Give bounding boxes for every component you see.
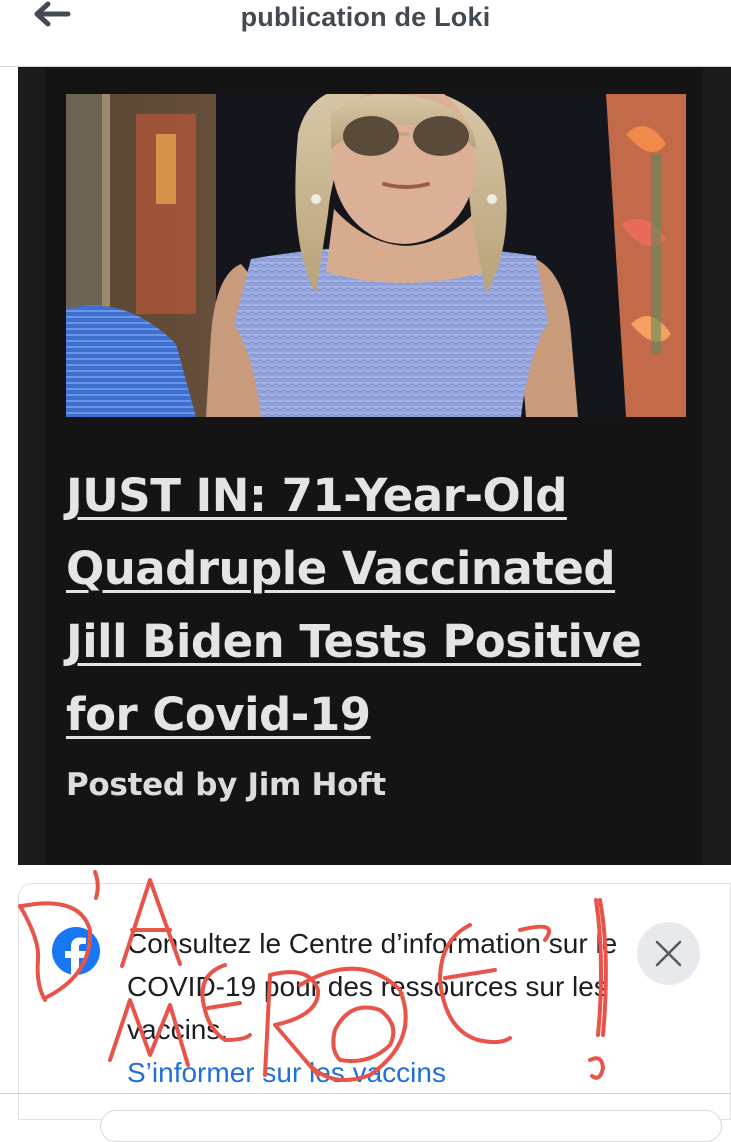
close-icon — [655, 940, 682, 967]
image-border-right — [703, 67, 731, 865]
close-notice-button[interactable] — [637, 922, 700, 985]
photo-illustration — [66, 94, 686, 417]
article-headline[interactable]: JUST IN: 71-Year-Old Quadruple Vaccinate… — [66, 459, 686, 751]
comment-input-bar[interactable] — [100, 1110, 722, 1142]
page-title: publication de Loki — [240, 2, 491, 32]
bottom-divider — [0, 1093, 731, 1094]
covid-info-text: Consultez le Centre d’information sur le… — [127, 928, 618, 1045]
image-border-left — [18, 67, 46, 865]
article-photo — [66, 94, 686, 417]
shared-article-image[interactable]: JUST IN: 71-Year-Old Quadruple Vaccinate… — [18, 67, 731, 865]
vaccine-info-link[interactable]: S’informer sur les vaccins — [127, 1057, 446, 1089]
covid-info-notice: Consultez le Centre d’information sur le… — [18, 883, 731, 1120]
article-byline: Posted by Jim Hoft — [66, 767, 386, 803]
facebook-icon — [52, 927, 100, 975]
top-app-bar: publication de Loki — [0, 0, 731, 67]
